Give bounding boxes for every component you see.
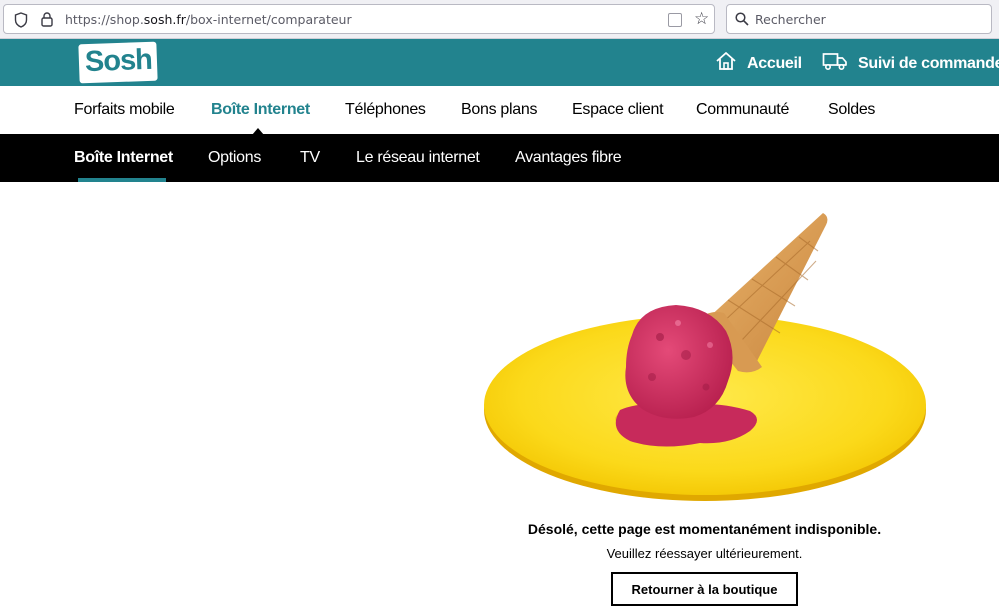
url-prefix: https://shop. <box>65 12 144 27</box>
order-label: Suivi de commande <box>858 54 999 72</box>
browser-search-input[interactable]: Rechercher <box>726 4 992 34</box>
nav-item-boite-internet[interactable]: Boîte Internet <box>211 101 310 119</box>
address-bar[interactable]: https://shop.sosh.fr/box-internet/compar… <box>3 4 715 34</box>
site-header: Sosh Accueil Suivi de commande <box>0 39 999 86</box>
nav-item-telephones[interactable]: Téléphones <box>345 101 426 119</box>
logo-text: Sosh <box>84 43 153 79</box>
subnav-item-boite-internet[interactable]: Boîte Internet <box>74 149 173 167</box>
melted-ice-cream-illustration <box>480 205 930 505</box>
reader-view-icon[interactable] <box>668 13 682 27</box>
main-navigation: Forfaits mobile Boîte Internet Téléphone… <box>0 86 999 134</box>
search-placeholder: Rechercher <box>755 12 826 27</box>
subnav-item-avantages-fibre[interactable]: Avantages fibre <box>515 149 622 167</box>
search-icon <box>735 12 749 31</box>
browser-toolbar: https://shop.sosh.fr/box-internet/compar… <box>0 0 999 39</box>
order-tracking-link[interactable]: Suivi de commande <box>822 51 999 76</box>
active-tab-underline <box>78 178 166 182</box>
nav-item-communaute[interactable]: Communauté <box>696 101 789 119</box>
back-to-shop-button[interactable]: Retourner à la boutique <box>611 572 798 606</box>
subnav-item-tv[interactable]: TV <box>300 149 320 167</box>
url-path: /box-internet/comparateur <box>185 12 352 27</box>
shield-icon[interactable] <box>14 12 28 33</box>
sosh-logo[interactable]: Sosh <box>78 41 158 84</box>
url-domain: sosh.fr <box>143 12 186 27</box>
truck-icon <box>822 51 848 76</box>
sub-navigation: Boîte Internet Options TV Le réseau inte… <box>0 134 999 182</box>
nav-item-forfaits-mobile[interactable]: Forfaits mobile <box>74 101 175 119</box>
star-icon[interactable]: ☆ <box>694 10 709 27</box>
lock-icon[interactable] <box>40 11 54 33</box>
nav-item-espace-client[interactable]: Espace client <box>572 101 664 119</box>
home-icon <box>715 51 737 76</box>
nav-item-bons-plans[interactable]: Bons plans <box>461 101 537 119</box>
active-nav-caret <box>252 128 264 135</box>
error-title: Désolé, cette page est momentanément ind… <box>527 521 882 537</box>
subnav-item-options[interactable]: Options <box>208 149 261 167</box>
nav-item-soldes[interactable]: Soldes <box>828 101 875 119</box>
home-link[interactable]: Accueil <box>715 51 802 76</box>
url-text[interactable]: https://shop.sosh.fr/box-internet/compar… <box>65 12 352 27</box>
home-label: Accueil <box>747 54 802 72</box>
error-subtitle: Veuillez réessayer ultérieurement. <box>606 546 803 561</box>
subnav-item-reseau-internet[interactable]: Le réseau internet <box>356 149 480 167</box>
